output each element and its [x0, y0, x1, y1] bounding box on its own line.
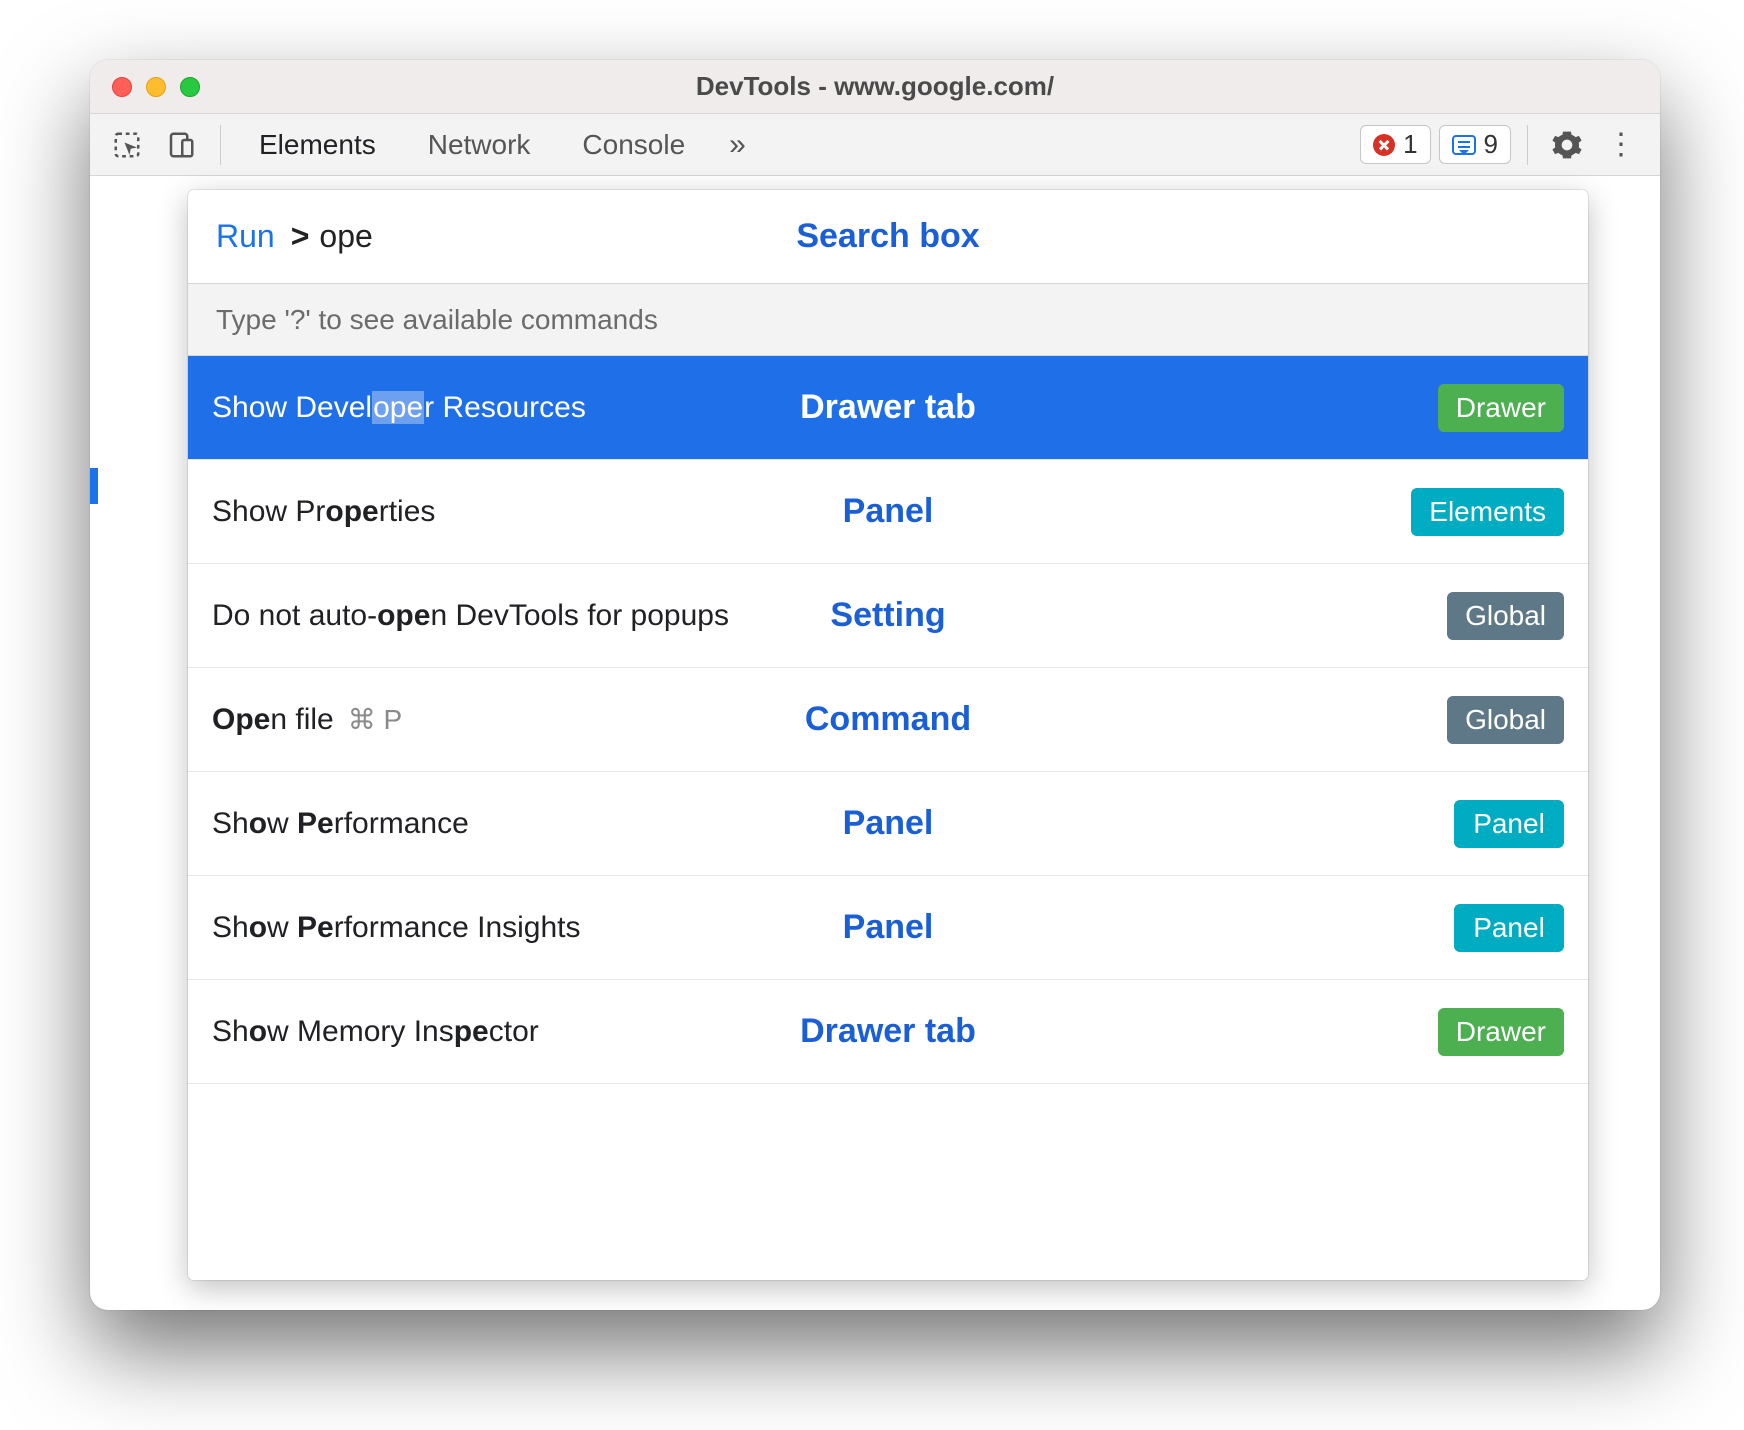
command-result-row[interactable]: Show Properties Panel Elements	[188, 460, 1588, 564]
command-category-badge: Drawer	[1438, 384, 1564, 432]
settings-gear-icon[interactable]	[1544, 122, 1590, 168]
device-toggle-icon[interactable]	[158, 122, 204, 168]
command-category-badge: Global	[1447, 696, 1564, 744]
tab-console[interactable]: Console	[560, 129, 707, 161]
annotation-label: Panel	[843, 908, 934, 947]
command-category-badge: Elements	[1411, 488, 1564, 536]
active-panel-indicator	[90, 468, 98, 504]
command-result-title: Show Performance	[212, 807, 469, 841]
command-result-row[interactable]: Open file ⌘ P Command Global	[188, 668, 1588, 772]
annotation-search-box: Search box	[796, 217, 979, 256]
command-result-title: Show Developer Resources	[212, 391, 586, 425]
annotation-label: Drawer tab	[800, 388, 976, 427]
annotation-label: Panel	[843, 804, 934, 843]
messages-count: 9	[1484, 129, 1498, 160]
annotation-label: Setting	[830, 596, 945, 635]
annotation-label: Panel	[843, 492, 934, 531]
devtools-toolbar: Elements Network Console » 1 9 ⋮	[90, 114, 1660, 176]
devtools-window: DevTools - www.google.com/ Elements Netw…	[90, 60, 1660, 1310]
window-minimize-icon[interactable]	[146, 77, 166, 97]
more-tabs-icon[interactable]: »	[715, 128, 760, 162]
command-results: Show Developer Resources Drawer tab Drawer…	[188, 356, 1588, 1280]
toolbar-separator	[220, 125, 221, 165]
run-label: Run	[216, 218, 275, 255]
command-shortcut: ⌘ P	[348, 703, 402, 736]
errors-pill[interactable]: 1	[1360, 125, 1430, 164]
command-result-row[interactable]: Show Performance Panel Panel	[188, 772, 1588, 876]
command-result-row[interactable]: Do not auto-open DevTools for popups Sett…	[188, 564, 1588, 668]
tab-network[interactable]: Network	[406, 129, 553, 161]
command-menu: Run >ope Search box Type '?' to see avai…	[188, 190, 1588, 1280]
command-prompt: >	[291, 218, 310, 255]
toolbar-separator	[1527, 125, 1528, 165]
command-search-row[interactable]: Run >ope Search box	[188, 190, 1588, 284]
window-titlebar: DevTools - www.google.com/	[90, 60, 1660, 114]
messages-pill[interactable]: 9	[1439, 125, 1511, 164]
command-result-row[interactable]: Show Performance Insights Panel Panel	[188, 876, 1588, 980]
command-result-title: Show Properties	[212, 495, 435, 529]
command-result-row[interactable]: Show Memory Inspector Drawer tab Drawer	[188, 980, 1588, 1084]
message-icon	[1452, 135, 1476, 155]
inspect-element-icon[interactable]	[104, 122, 150, 168]
command-result-title: Show Memory Inspector	[212, 1015, 539, 1049]
errors-count: 1	[1403, 129, 1417, 160]
command-result-row[interactable]: Show Developer Resources Drawer tab Drawer	[188, 356, 1588, 460]
annotation-label: Drawer tab	[800, 1012, 976, 1051]
annotation-label: Command	[805, 700, 971, 739]
more-options-icon[interactable]: ⋮	[1598, 127, 1646, 162]
command-category-badge: Drawer	[1438, 1008, 1564, 1056]
error-icon	[1373, 134, 1395, 156]
command-query: ope	[319, 218, 372, 255]
window-zoom-icon[interactable]	[180, 77, 200, 97]
command-result-title: Show Performance Insights	[212, 911, 581, 945]
command-category-badge: Global	[1447, 592, 1564, 640]
command-result-title: Open file	[212, 703, 334, 737]
command-hint: Type '?' to see available commands	[188, 284, 1588, 356]
command-category-badge: Panel	[1454, 904, 1564, 952]
window-close-icon[interactable]	[112, 77, 132, 97]
window-title: DevTools - www.google.com/	[90, 71, 1660, 102]
command-category-badge: Panel	[1454, 800, 1564, 848]
command-result-title: Do not auto-open DevTools for popups	[212, 599, 729, 633]
tab-elements[interactable]: Elements	[237, 129, 398, 161]
